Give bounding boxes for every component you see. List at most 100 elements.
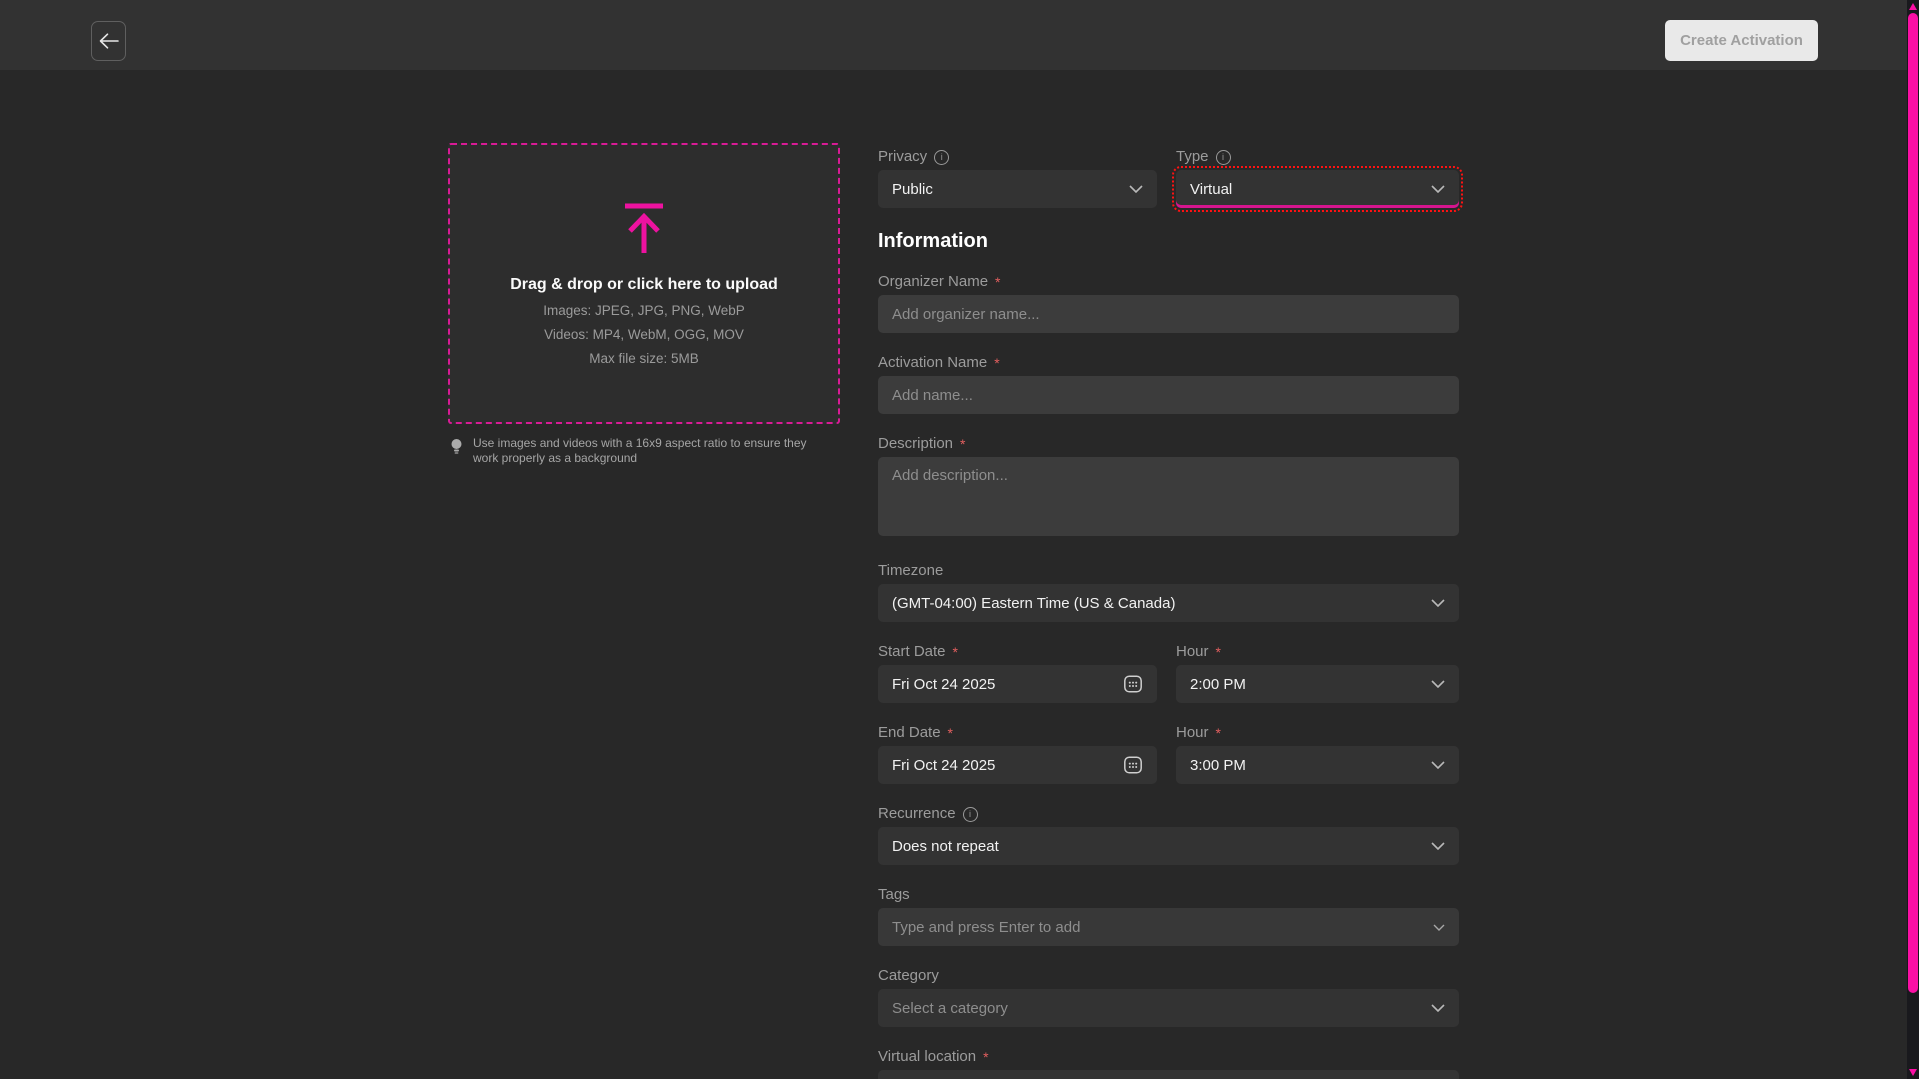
- back-arrow-icon: [99, 33, 119, 49]
- category-select[interactable]: Select a category: [878, 989, 1459, 1027]
- category-group: Category Select a category: [878, 966, 1459, 1027]
- recurrence-label: Recurrence i: [878, 804, 1459, 824]
- tags-label-text: Tags: [878, 885, 910, 905]
- chevron-down-icon: [1129, 185, 1143, 193]
- required-asterisk: *: [995, 272, 1000, 292]
- activation-name-label: Activation Name *: [878, 353, 1459, 373]
- upload-tip-text: Use images and videos with a 16x9 aspect…: [473, 436, 825, 466]
- required-asterisk: *: [1216, 723, 1221, 743]
- timezone-value: (GMT-04:00) Eastern Time (US & Canada): [892, 595, 1423, 612]
- activation-form: Privacy i Public Type i Virtual: [878, 147, 1459, 1079]
- activation-name-group: Activation Name *: [878, 353, 1459, 414]
- end-date-label-text: End Date: [878, 723, 941, 743]
- start-date-group: Start Date * Fri Oct 24 2025: [878, 642, 1157, 703]
- create-activation-page: Create Activation Drag & drop or click h…: [0, 0, 1919, 1079]
- scrollbar-down-arrow-icon[interactable]: [1909, 1069, 1917, 1076]
- upload-tip: Use images and videos with a 16x9 aspect…: [450, 436, 840, 466]
- lightbulb-icon: [450, 438, 463, 455]
- required-asterisk: *: [948, 723, 953, 743]
- vertical-scrollbar[interactable]: [1907, 0, 1919, 1079]
- chevron-down-icon: [1431, 680, 1445, 688]
- upload-max-size: Max file size: 5MB: [589, 351, 699, 366]
- upload-images-formats: Images: JPEG, JPG, PNG, WebP: [543, 303, 745, 318]
- description-textarea[interactable]: [878, 457, 1459, 536]
- scrollbar-thumb[interactable]: [1908, 13, 1918, 993]
- info-icon[interactable]: i: [934, 150, 949, 165]
- privacy-value: Public: [892, 181, 1121, 198]
- info-icon[interactable]: i: [963, 807, 978, 822]
- type-label-text: Type: [1176, 147, 1209, 167]
- privacy-select[interactable]: Public: [878, 170, 1157, 208]
- end-date-label: End Date *: [878, 723, 1157, 743]
- start-date-label: Start Date *: [878, 642, 1157, 662]
- required-asterisk: *: [960, 434, 965, 454]
- chevron-down-icon: [1431, 599, 1445, 607]
- timezone-select[interactable]: (GMT-04:00) Eastern Time (US & Canada): [878, 584, 1459, 622]
- organizer-name-label-text: Organizer Name: [878, 272, 988, 292]
- description-group: Description *: [878, 434, 1459, 541]
- category-label: Category: [878, 966, 1459, 986]
- organizer-name-group: Organizer Name *: [878, 272, 1459, 333]
- virtual-location-label: Virtual location *: [878, 1047, 1459, 1067]
- end-hour-group: Hour * 3:00 PM: [1176, 723, 1459, 784]
- activation-name-input[interactable]: [878, 376, 1459, 414]
- type-group: Type i Virtual: [1176, 147, 1459, 208]
- recurrence-group: Recurrence i Does not repeat: [878, 804, 1459, 865]
- end-date-group: End Date * Fri Oct 24 2025: [878, 723, 1157, 784]
- organizer-name-label: Organizer Name *: [878, 272, 1459, 292]
- category-label-text: Category: [878, 966, 939, 986]
- required-asterisk: *: [994, 353, 999, 373]
- upload-videos-formats: Videos: MP4, WebM, OGG, MOV: [544, 327, 744, 342]
- timezone-label: Timezone: [878, 561, 1459, 581]
- required-asterisk: *: [983, 1047, 988, 1067]
- chevron-down-icon: [1431, 185, 1445, 193]
- type-select[interactable]: Virtual: [1176, 170, 1459, 208]
- upload-arrow-icon: [621, 203, 667, 260]
- chevron-down-icon: [1431, 842, 1445, 850]
- timezone-label-text: Timezone: [878, 561, 943, 581]
- start-hour-select[interactable]: 2:00 PM: [1176, 665, 1459, 703]
- start-hour-label-text: Hour: [1176, 642, 1209, 662]
- virtual-location-label-text: Virtual location: [878, 1047, 976, 1067]
- media-upload-dropzone[interactable]: Drag & drop or click here to upload Imag…: [448, 143, 840, 424]
- privacy-label-text: Privacy: [878, 147, 927, 167]
- end-hour-label: Hour *: [1176, 723, 1459, 743]
- end-hour-value: 3:00 PM: [1190, 757, 1423, 774]
- category-placeholder: Select a category: [892, 1000, 1423, 1017]
- chevron-down-icon: [1433, 924, 1445, 931]
- tags-label: Tags: [878, 885, 1459, 905]
- info-icon[interactable]: i: [1216, 150, 1231, 165]
- activation-name-label-text: Activation Name: [878, 353, 987, 373]
- chevron-down-icon: [1431, 761, 1445, 769]
- start-hour-group: Hour * 2:00 PM: [1176, 642, 1459, 703]
- required-asterisk: *: [953, 642, 958, 662]
- virtual-location-select[interactable]: Add a location: [878, 1070, 1459, 1079]
- end-date-value: Fri Oct 24 2025: [892, 757, 1115, 774]
- start-hour-value: 2:00 PM: [1190, 676, 1423, 693]
- end-hour-select[interactable]: 3:00 PM: [1176, 746, 1459, 784]
- description-label: Description *: [878, 434, 1459, 454]
- tags-input[interactable]: Type and press Enter to add: [878, 908, 1459, 946]
- scrollbar-up-arrow-icon[interactable]: [1909, 3, 1917, 10]
- description-label-text: Description: [878, 434, 953, 454]
- tags-group: Tags Type and press Enter to add: [878, 885, 1459, 946]
- start-date-picker[interactable]: Fri Oct 24 2025: [878, 665, 1157, 703]
- type-value: Virtual: [1190, 181, 1423, 198]
- privacy-group: Privacy i Public: [878, 147, 1157, 208]
- recurrence-select[interactable]: Does not repeat: [878, 827, 1459, 865]
- end-date-picker[interactable]: Fri Oct 24 2025: [878, 746, 1157, 784]
- upload-title: Drag & drop or click here to upload: [510, 276, 778, 294]
- calendar-icon: [1123, 755, 1143, 775]
- virtual-location-group: Virtual location * Add a location: [878, 1047, 1459, 1079]
- back-button[interactable]: [91, 21, 126, 61]
- required-asterisk: *: [1216, 642, 1221, 662]
- privacy-label: Privacy i: [878, 147, 1157, 167]
- organizer-name-input[interactable]: [878, 295, 1459, 333]
- calendar-icon: [1123, 674, 1143, 694]
- top-bar: Create Activation: [0, 0, 1919, 70]
- start-date-label-text: Start Date: [878, 642, 946, 662]
- start-date-value: Fri Oct 24 2025: [892, 676, 1115, 693]
- create-activation-button[interactable]: Create Activation: [1665, 20, 1818, 61]
- type-label: Type i: [1176, 147, 1459, 167]
- chevron-down-icon: [1431, 1004, 1445, 1012]
